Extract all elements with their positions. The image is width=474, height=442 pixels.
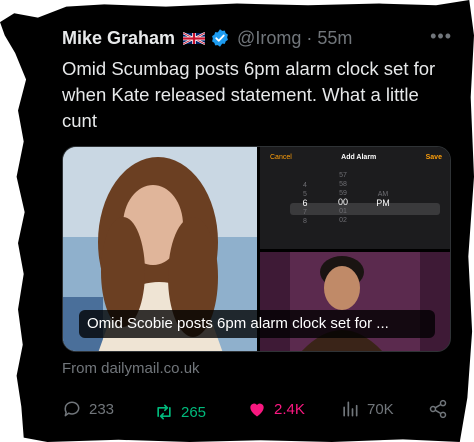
minute-column: 57 58 59 00 01 02 [337, 172, 348, 224]
more-options-icon[interactable]: ••• [430, 26, 452, 47]
tweet-header: Mike Graham @Iromg · 55m ••• [62, 26, 458, 50]
alarm-save-label: Save [425, 153, 442, 161]
like-heart-icon [250, 403, 264, 417]
like-button[interactable]: 2.4K [247, 396, 305, 422]
link-source[interactable]: From dailymail.co.uk [62, 360, 200, 377]
link-card[interactable]: Cancel Add Alarm Save 4 5 6 7 8 57 58 59… [62, 146, 451, 352]
views-count: 70K [367, 400, 394, 418]
hour-column: 4 5 6 7 8 [302, 182, 308, 225]
tweet-text: Omid Scumbag posts 6pm alarm clock set f… [62, 58, 436, 131]
author-handle[interactable]: @Iromg · 55m [237, 28, 352, 49]
separator-dot: · [306, 27, 313, 48]
views-button[interactable]: 70K [340, 396, 394, 422]
period-column: AM PM [376, 191, 390, 208]
share-icon [429, 399, 447, 419]
uk-flag-icon [183, 31, 206, 45]
tweet-actions: 233 265 2.4K 70K [62, 396, 454, 422]
author-name[interactable]: Mike Graham [62, 28, 175, 49]
reply-button[interactable]: 233 [62, 396, 114, 422]
timestamp[interactable]: 55m [317, 28, 352, 48]
handle-text: @Iromg [237, 27, 302, 48]
reply-count: 233 [89, 400, 115, 418]
like-count: 2.4K [274, 400, 305, 418]
reply-icon [64, 401, 80, 417]
repost-button[interactable]: 265 [154, 399, 206, 425]
share-button[interactable] [428, 396, 448, 422]
card-caption: Omid Scobie posts 6pm alarm clock set fo… [79, 310, 435, 338]
alarm-title: Add Alarm [341, 153, 377, 161]
verified-badge-icon [212, 29, 228, 47]
time-picker: 4 5 6 7 8 57 58 59 00 01 02 AM PM [290, 167, 440, 247]
views-chart-icon [343, 401, 358, 417]
alarm-clock-screenshot: Cancel Add Alarm Save 4 5 6 7 8 57 58 59… [260, 147, 450, 249]
alarm-cancel-label: Cancel [270, 153, 292, 161]
repost-count: 265 [181, 403, 207, 421]
repost-icon [157, 404, 171, 420]
